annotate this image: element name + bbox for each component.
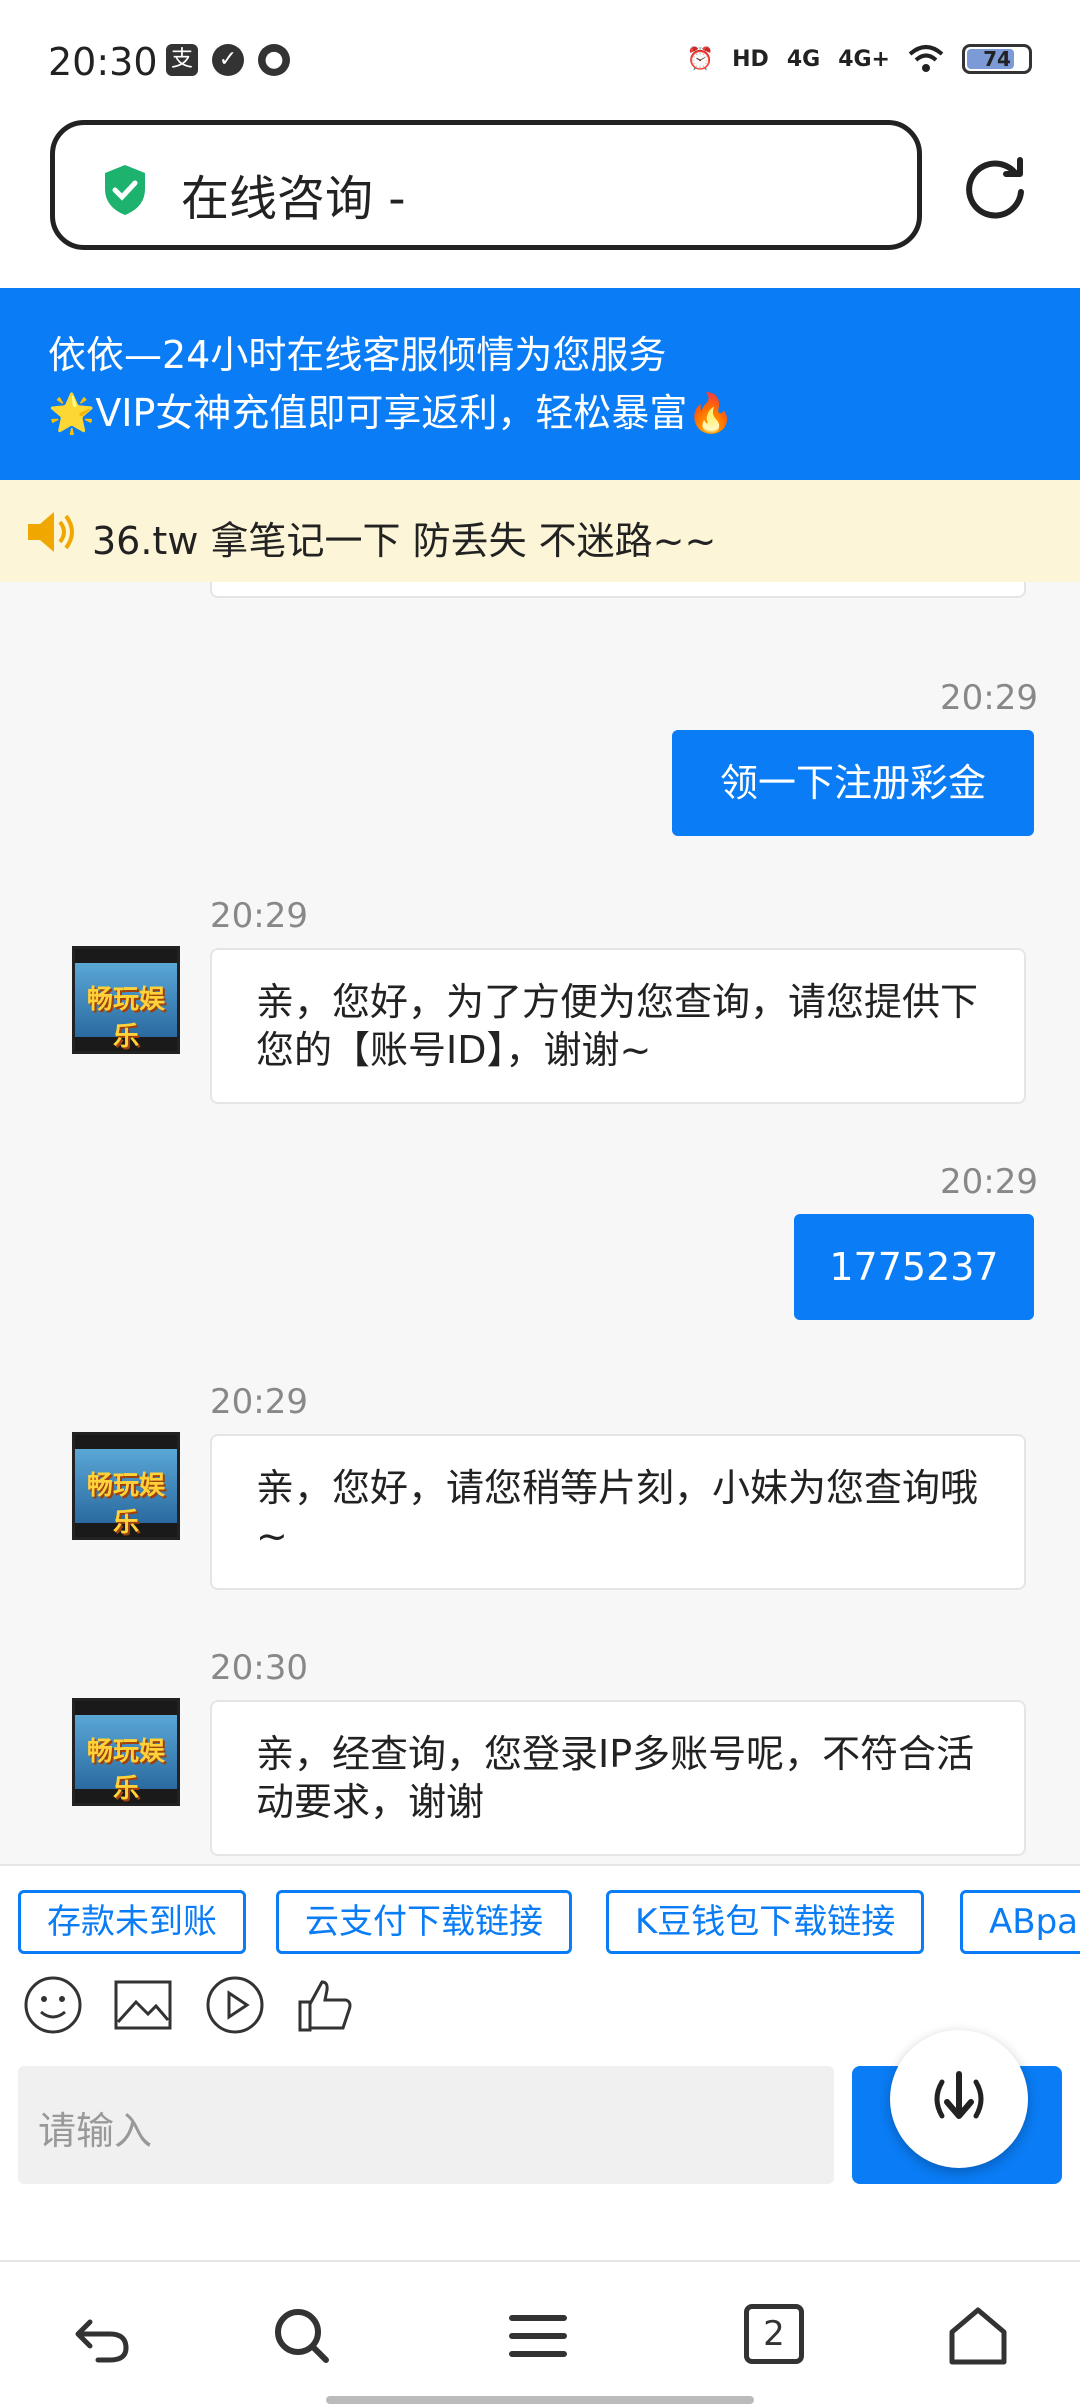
search-icon[interactable] [270, 2304, 334, 2368]
gesture-bar[interactable] [326, 2396, 754, 2404]
message-time: 20:29 [210, 896, 308, 936]
banner-line1: 依依—24小时在线客服倾情为您服务 [48, 333, 667, 377]
thumbs-up-icon[interactable] [294, 1974, 356, 2036]
quick-reply-abpay[interactable]: ABpa [960, 1890, 1080, 1954]
message-time: 20:29 [940, 1162, 1038, 1202]
service-banner: 依依—24小时在线客服倾情为您服务 🌟VIP女神充值即可享返利，轻松暴富🔥 [0, 288, 1080, 480]
avatar-logo-text: 畅玩娱乐 [86, 1471, 165, 1538]
menu-icon[interactable] [506, 2304, 570, 2368]
agent-message: 亲，您好，为了方便为您查询，请您提供下您的【账号ID】，谢谢~ [210, 948, 1026, 1104]
user-message: 领一下注册彩金 [672, 730, 1034, 836]
quick-reply-kdou-wallet[interactable]: K豆钱包下载链接 [606, 1890, 925, 1954]
address-bar[interactable]: 在线咨询 - [50, 120, 922, 250]
alarm-icon: ⏰ [686, 46, 715, 72]
avatar-logo-text: 畅玩娱乐 [86, 985, 165, 1052]
message-time: 20:30 [210, 1648, 308, 1688]
user-message: 1775237 [794, 1214, 1034, 1320]
alipay-icon: 支 [166, 44, 198, 76]
status-time: 20:30 [48, 40, 158, 84]
check-icon: ✓ [212, 44, 244, 76]
message-input[interactable]: 请输入 [18, 2066, 834, 2184]
system-icons: ⏰ HD 4G 4G+ 74 [687, 44, 1032, 74]
agent-avatar: 畅玩娱乐 [72, 946, 180, 1054]
status-bar: 20:30 支 ✓ ● ⏰ HD 4G 4G+ 74 [0, 0, 1080, 120]
emoji-icon[interactable] [22, 1974, 84, 2036]
agent-avatar: 畅玩娱乐 [72, 1698, 180, 1806]
hd-label: HD [732, 46, 769, 72]
input-row: 请输入 [0, 2030, 1080, 2260]
notice-text: 36.tw 拿笔记一下 防丢失 不迷路~~ [92, 519, 717, 563]
agent-message: 亲，您好，请您稍等片刻，小妹为您查询哦~ [210, 1434, 1026, 1590]
battery-indicator: 74 [962, 44, 1032, 74]
shield-icon [105, 165, 145, 215]
quick-reply-deposit[interactable]: 存款未到账 [18, 1890, 246, 1954]
home-icon[interactable] [946, 2304, 1010, 2368]
speaker-icon [28, 512, 74, 552]
voice-button[interactable] [890, 2030, 1028, 2168]
video-icon[interactable] [204, 1974, 266, 2036]
quick-replies: 存款未到账 云支付下载链接 K豆钱包下载链接 ABpa [0, 1864, 1080, 1964]
wechat-icon: ● [258, 44, 290, 76]
quick-reply-cloud-pay[interactable]: 云支付下载链接 [276, 1890, 572, 1954]
agent-message: 亲，经查询，您登录IP多账号呢，不符合活动要求，谢谢 [210, 1700, 1026, 1856]
image-icon[interactable] [112, 1974, 174, 2036]
agent-avatar: 畅玩娱乐 [72, 1432, 180, 1540]
notice-bar: 36.tw 拿笔记一下 防丢失 不迷路~~ [0, 480, 1080, 582]
network-4g-plus-label: 4G+ [838, 46, 890, 72]
message-time: 20:29 [940, 678, 1038, 718]
notification-icons: 支 ✓ ● [166, 44, 290, 76]
reload-icon[interactable] [960, 152, 1030, 222]
banner-line2: 🌟VIP女神充值即可享返利，轻松暴富🔥 [48, 391, 735, 435]
voice-icon [934, 2071, 984, 2119]
network-4g-label: 4G [786, 46, 821, 72]
previous-message-bubble [210, 582, 1026, 598]
chat-area[interactable]: 20:29 领一下注册彩金 20:29 畅玩娱乐 亲，您好，为了方便为您查询，请… [0, 582, 1080, 1864]
tabs-button[interactable]: 2 [744, 2304, 804, 2364]
page-title: 在线咨询 - [181, 171, 406, 227]
tab-count: 2 [763, 2314, 785, 2354]
wifi-icon [908, 45, 944, 72]
battery-level: 74 [983, 47, 1011, 71]
avatar-logo-text: 畅玩娱乐 [86, 1737, 165, 1804]
browser-navbar: 2 [0, 2260, 1080, 2408]
message-time: 20:29 [210, 1382, 308, 1422]
back-icon[interactable] [70, 2304, 134, 2368]
